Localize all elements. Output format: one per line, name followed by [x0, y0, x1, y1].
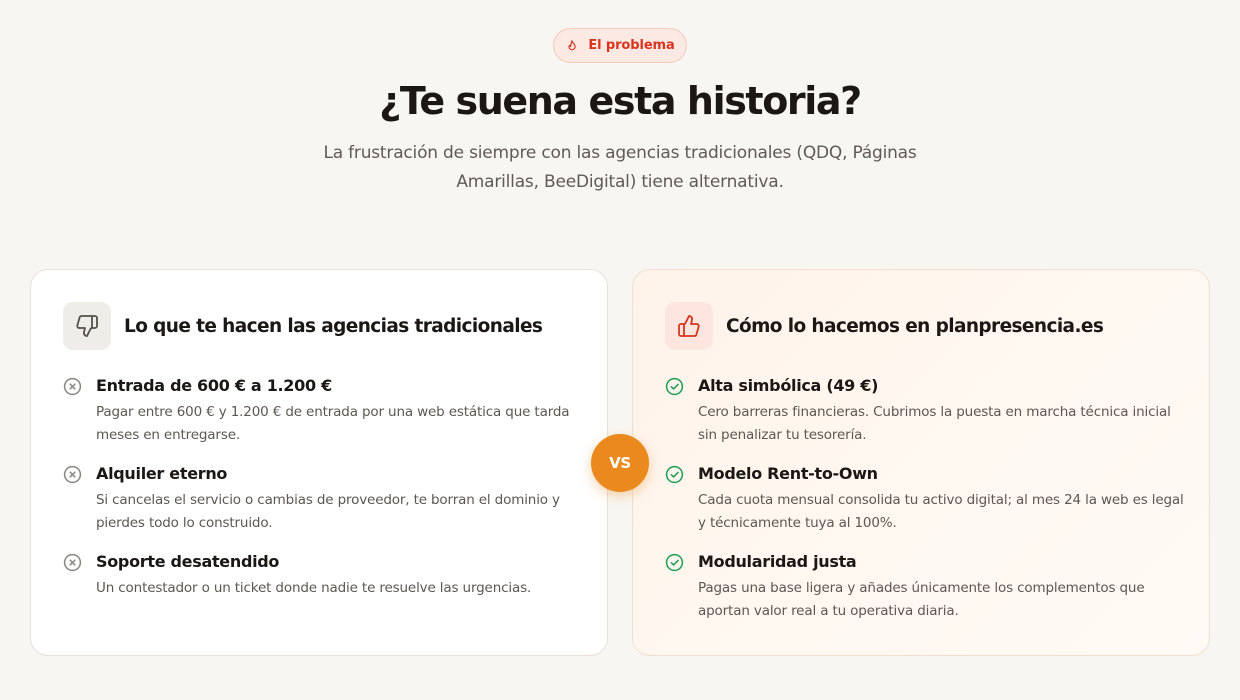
thumbs-down-icon [63, 302, 111, 350]
item-title: Modularidad justa [698, 552, 857, 571]
section-subtitle: La frustración de siempre con las agenci… [323, 143, 917, 192]
item-title: Entrada de 600 € a 1.200 € [96, 376, 332, 395]
planpresencia-card: Cómo lo hacemos en planpresencia.es Alta… [632, 269, 1210, 656]
section-heading: ¿Te suena esta historia? [379, 79, 862, 123]
traditional-agencies-card: Lo que te hacen las agencias tradicional… [30, 269, 608, 656]
badge-label: El problema [588, 38, 675, 53]
check-circle-icon [665, 553, 684, 572]
x-circle-icon [63, 465, 82, 484]
item-description: Pagar entre 600 € y 1.200 € de entrada p… [96, 404, 570, 443]
item-description: Un contestador o un ticket donde nadie t… [96, 580, 532, 596]
card-title: Cómo lo hacemos en planpresencia.es [726, 315, 1104, 337]
flame-icon [565, 39, 579, 53]
benefits-list: Alta simbólica (49 €) Cero barreras fina… [665, 374, 1185, 622]
drawbacks-list: Entrada de 600 € a 1.200 € Pagar entre 6… [63, 374, 583, 600]
section-badge: El problema [553, 28, 687, 63]
item-description: Pagas una base ligera y añades únicament… [698, 580, 1145, 619]
list-item: Modularidad justa Pagas una base ligera … [665, 550, 1185, 622]
problem-section: El problema ¿Te suena esta historia? La … [0, 0, 1240, 700]
card-header: Lo que te hacen las agencias tradicional… [63, 302, 543, 350]
x-circle-icon [63, 377, 82, 396]
item-title: Alta simbólica (49 €) [698, 376, 879, 395]
check-circle-icon [665, 377, 684, 396]
item-description: Si cancelas el servicio o cambias de pro… [96, 492, 560, 531]
list-item: Alquiler eterno Si cancelas el servicio … [63, 462, 583, 534]
item-title: Alquiler eterno [96, 464, 228, 483]
item-title: Soporte desatendido [96, 552, 280, 571]
check-circle-icon [665, 465, 684, 484]
item-description: Cada cuota mensual consolida tu activo d… [698, 492, 1184, 531]
list-item: Soporte desatendido Un contestador o un … [63, 550, 583, 600]
card-title: Lo que te hacen las agencias tradicional… [124, 315, 543, 337]
list-item: Modelo Rent-to-Own Cada cuota mensual co… [665, 462, 1185, 534]
item-title: Modelo Rent-to-Own [698, 464, 878, 483]
list-item: Entrada de 600 € a 1.200 € Pagar entre 6… [63, 374, 583, 446]
card-header: Cómo lo hacemos en planpresencia.es [665, 302, 1104, 350]
vs-badge: VS [591, 434, 649, 492]
item-description: Cero barreras financieras. Cubrimos la p… [698, 404, 1171, 443]
list-item: Alta simbólica (49 €) Cero barreras fina… [665, 374, 1185, 446]
x-circle-icon [63, 553, 82, 572]
thumbs-up-icon [665, 302, 713, 350]
